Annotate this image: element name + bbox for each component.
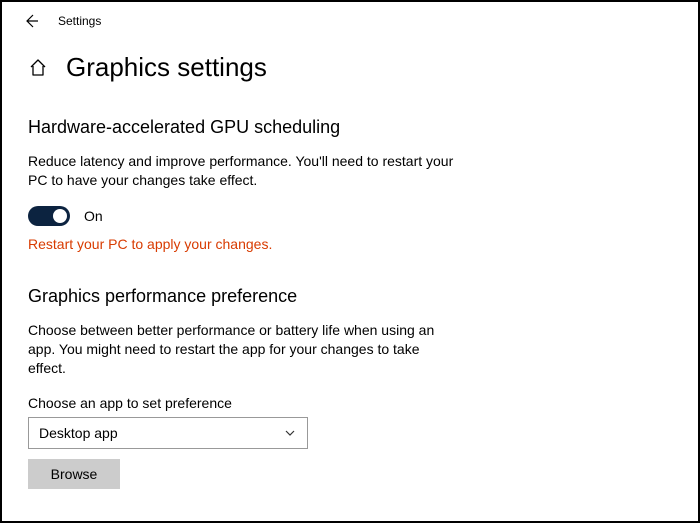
perf-pref-heading: Graphics performance preference	[28, 286, 672, 307]
back-button[interactable]	[22, 12, 40, 30]
topbar: Settings	[2, 2, 698, 38]
arrow-left-icon	[23, 13, 39, 29]
browse-button-label: Browse	[51, 466, 98, 482]
select-value: Desktop app	[39, 425, 118, 441]
section-gpu-scheduling: Hardware-accelerated GPU scheduling Redu…	[28, 117, 672, 252]
browse-button[interactable]: Browse	[28, 459, 120, 489]
gpu-scheduling-toggle-row: On	[28, 206, 672, 226]
chevron-down-icon	[283, 426, 297, 440]
toggle-knob	[53, 209, 67, 223]
gpu-scheduling-description: Reduce latency and improve performance. …	[28, 152, 458, 190]
content-area: Graphics settings Hardware-accelerated G…	[2, 38, 698, 507]
page-header: Graphics settings	[28, 52, 672, 83]
gpu-scheduling-toggle[interactable]	[28, 206, 70, 226]
gpu-scheduling-heading: Hardware-accelerated GPU scheduling	[28, 117, 672, 138]
restart-warning: Restart your PC to apply your changes.	[28, 236, 672, 252]
page-title: Graphics settings	[66, 52, 267, 83]
section-performance-preference: Graphics performance preference Choose b…	[28, 286, 672, 490]
app-type-select[interactable]: Desktop app	[28, 417, 308, 449]
home-icon[interactable]	[28, 58, 48, 78]
toggle-state-label: On	[84, 208, 103, 224]
app-select-label: Choose an app to set preference	[28, 395, 672, 411]
topbar-title: Settings	[58, 14, 101, 28]
home-icon-svg	[28, 58, 48, 78]
perf-pref-description: Choose between better performance or bat…	[28, 321, 458, 378]
